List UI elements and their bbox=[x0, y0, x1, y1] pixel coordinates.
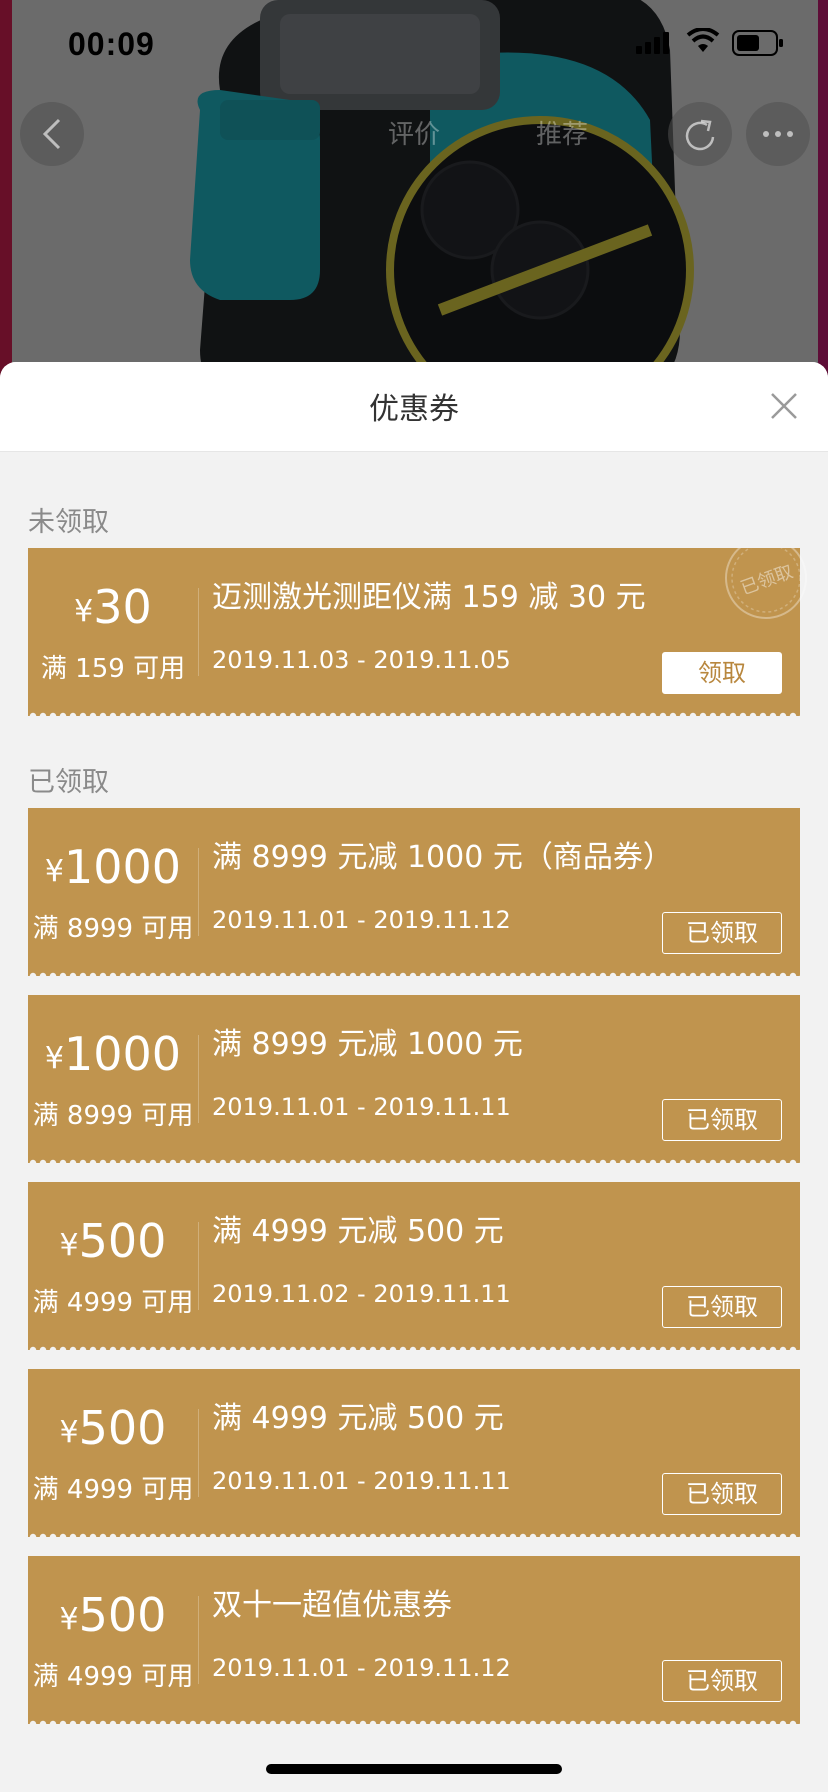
coupon-card: ¥1000 满 8999 可用 满 8999 元减 1000 元（商品券） 20… bbox=[28, 808, 800, 976]
currency-symbol: ¥ bbox=[59, 1415, 79, 1450]
claimed-coupon-button[interactable]: 已领取 bbox=[662, 1286, 782, 1328]
coupon-value-block: ¥1000 满 8999 可用 bbox=[28, 808, 198, 968]
coupon-value-block: ¥500 满 4999 可用 bbox=[28, 1369, 198, 1529]
coupon-perforated-edge bbox=[28, 708, 800, 716]
section-label-claimed: 已领取 bbox=[28, 767, 109, 798]
coupon-value-block: ¥1000 满 8999 可用 bbox=[28, 995, 198, 1155]
coupon-amount: 500 bbox=[78, 1214, 167, 1268]
claimed-stamp-watermark: 已领取 bbox=[725, 548, 807, 619]
chevron-left-icon bbox=[42, 118, 61, 150]
battery-icon bbox=[732, 30, 783, 56]
currency-symbol: ¥ bbox=[59, 1228, 79, 1263]
home-indicator[interactable] bbox=[266, 1764, 562, 1774]
coupon-divider bbox=[198, 1409, 199, 1497]
coupon-value-block: ¥500 满 4999 可用 bbox=[28, 1182, 198, 1342]
coupon-title: 满 8999 元减 1000 元 bbox=[212, 1027, 523, 1062]
cellular-signal-icon bbox=[636, 32, 669, 54]
claim-coupon-button[interactable]: 领取 bbox=[662, 652, 782, 694]
coupon-validity: 2019.11.01 - 2019.11.12 bbox=[212, 1654, 511, 1682]
coupon-card: ¥500 满 4999 可用 满 4999 元减 500 元 2019.11.0… bbox=[28, 1369, 800, 1537]
close-icon[interactable] bbox=[766, 388, 802, 424]
stamp-text: 已领取 bbox=[738, 561, 796, 599]
coupon-amount: 500 bbox=[78, 1401, 167, 1455]
coupon-card: ¥1000 满 8999 可用 满 8999 元减 1000 元 2019.11… bbox=[28, 995, 800, 1163]
coupon-title: 满 4999 元减 500 元 bbox=[212, 1214, 504, 1249]
tab-recommend[interactable]: 推荐 bbox=[536, 114, 588, 151]
coupon-condition: 满 4999 可用 bbox=[32, 1662, 194, 1692]
status-time: 00:09 bbox=[68, 26, 155, 62]
coupon-perforated-edge bbox=[28, 1155, 800, 1163]
coupon-validity: 2019.11.01 - 2019.11.11 bbox=[212, 1467, 511, 1495]
coupon-divider bbox=[198, 1596, 199, 1684]
coupon-divider bbox=[198, 1222, 199, 1310]
coupon-title: 满 4999 元减 500 元 bbox=[212, 1401, 504, 1436]
coupon-amount: 1000 bbox=[64, 840, 182, 894]
sheet-title: 优惠券 bbox=[369, 392, 459, 427]
currency-symbol: ¥ bbox=[44, 854, 64, 889]
coupon-title: 满 8999 元减 1000 元（商品券） bbox=[212, 840, 673, 875]
back-button[interactable] bbox=[20, 102, 84, 166]
coupon-title: 迈测激光测距仪满 159 减 30 元 bbox=[212, 580, 646, 615]
coupon-validity: 2019.11.01 - 2019.11.12 bbox=[212, 906, 511, 934]
coupon-validity: 2019.11.03 - 2019.11.05 bbox=[212, 646, 511, 674]
coupon-title: 双十一超值优惠券 bbox=[212, 1588, 452, 1623]
coupon-condition: 满 8999 可用 bbox=[32, 914, 194, 944]
wifi-icon bbox=[686, 28, 720, 52]
tab-reviews[interactable]: 评价 bbox=[388, 114, 440, 151]
coupon-value-block: ¥500 满 4999 可用 bbox=[28, 1556, 198, 1716]
currency-symbol: ¥ bbox=[44, 1041, 64, 1076]
more-button[interactable] bbox=[746, 102, 810, 166]
coupon-validity: 2019.11.01 - 2019.11.11 bbox=[212, 1093, 511, 1121]
coupon-condition: 满 8999 可用 bbox=[32, 1101, 194, 1131]
coupon-perforated-edge bbox=[28, 1716, 800, 1724]
coupon-amount: 1000 bbox=[64, 1027, 182, 1081]
coupon-amount: 500 bbox=[78, 1588, 167, 1642]
claimed-coupon-button[interactable]: 已领取 bbox=[662, 1099, 782, 1141]
coupon-card: ¥500 满 4999 可用 满 4999 元减 500 元 2019.11.0… bbox=[28, 1182, 800, 1350]
sheet-header: 优惠券 bbox=[0, 362, 828, 452]
coupon-divider bbox=[198, 588, 199, 676]
section-label-unclaimed: 未领取 bbox=[28, 507, 109, 538]
product-navbar: 评价 推荐 bbox=[0, 100, 828, 170]
coupon-amount: 30 bbox=[93, 580, 152, 634]
coupon-perforated-edge bbox=[28, 1342, 800, 1350]
coupon-perforated-edge bbox=[28, 1529, 800, 1537]
claimed-coupon-button[interactable]: 已领取 bbox=[662, 1473, 782, 1515]
coupon-condition: 满 4999 可用 bbox=[32, 1288, 194, 1318]
share-icon bbox=[685, 119, 715, 151]
coupon-card: ¥500 满 4999 可用 双十一超值优惠券 2019.11.01 - 201… bbox=[28, 1556, 800, 1724]
status-bar: 00:09 bbox=[0, 0, 828, 90]
currency-symbol: ¥ bbox=[74, 594, 94, 629]
currency-symbol: ¥ bbox=[59, 1602, 79, 1637]
coupon-perforated-edge bbox=[28, 968, 800, 976]
coupon-value-block: ¥30 满 159 可用 bbox=[28, 548, 198, 708]
more-dots-icon bbox=[763, 131, 793, 137]
coupon-condition: 满 159 可用 bbox=[40, 654, 186, 684]
claimed-coupon-button[interactable]: 已领取 bbox=[662, 1660, 782, 1702]
coupon-condition: 满 4999 可用 bbox=[32, 1475, 194, 1505]
coupon-divider bbox=[198, 1035, 199, 1123]
share-button[interactable] bbox=[668, 102, 732, 166]
coupon-divider bbox=[198, 848, 199, 936]
claimed-coupon-button[interactable]: 已领取 bbox=[662, 912, 782, 954]
coupon-card: ¥30 满 159 可用 迈测激光测距仪满 159 减 30 元 2019.11… bbox=[28, 548, 807, 716]
coupon-validity: 2019.11.02 - 2019.11.11 bbox=[212, 1280, 511, 1308]
coupon-sheet: 优惠券 未领取 ¥30 满 159 可用 迈测激光测距仪满 159 减 30 元… bbox=[0, 362, 828, 1792]
